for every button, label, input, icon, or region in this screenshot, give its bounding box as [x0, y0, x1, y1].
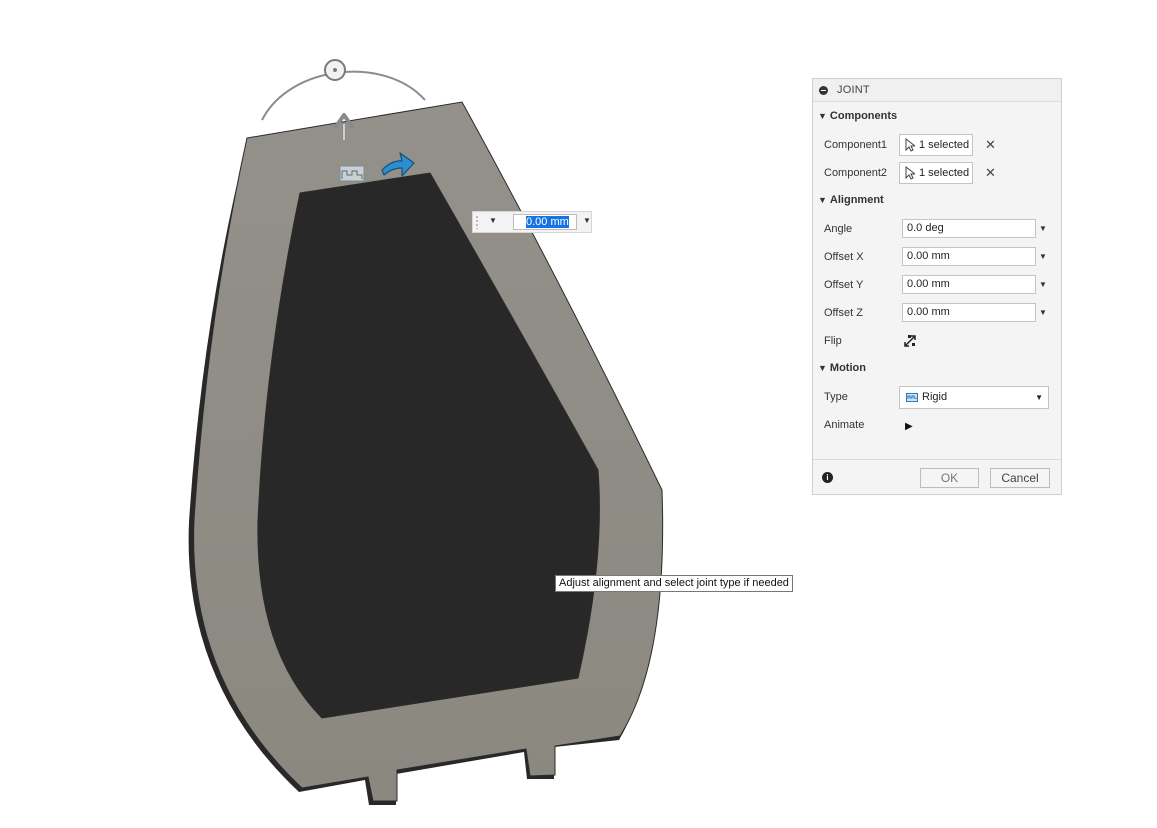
- offset-y-label: Offset Y: [824, 279, 864, 291]
- chevron-down-icon: ▼: [1035, 393, 1043, 402]
- component2-label: Component2: [824, 167, 887, 179]
- offset-y-input[interactable]: 0.00 mm: [902, 275, 1036, 294]
- rigid-joint-icon: [906, 393, 918, 402]
- drag-grip-icon[interactable]: [475, 215, 479, 229]
- joint-panel: JOINT ▼ Components Component1 1 selected …: [812, 78, 1062, 495]
- offset-z-label: Offset Z: [824, 307, 863, 319]
- triangle-down-icon: ▼: [818, 195, 827, 205]
- angle-input[interactable]: 0.0 deg: [902, 219, 1036, 238]
- component1-label: Component1: [824, 139, 887, 151]
- chevron-down-icon[interactable]: ▼: [489, 216, 497, 225]
- panel-footer: i OK Cancel: [813, 459, 1061, 495]
- joint-type-select[interactable]: Rigid ▼: [899, 386, 1049, 409]
- offset-z-input[interactable]: 0.00 mm: [902, 303, 1036, 322]
- triangle-down-icon: ▼: [818, 111, 827, 121]
- component2-select[interactable]: 1 selected: [899, 162, 973, 184]
- joint-origin-icon[interactable]: [339, 165, 365, 182]
- angle-label: Angle: [824, 223, 853, 235]
- cursor-arrow-icon: [905, 166, 915, 180]
- panel-title: JOINT: [837, 84, 870, 96]
- chevron-down-icon[interactable]: ▼: [583, 216, 591, 225]
- animate-label: Animate: [824, 419, 865, 431]
- chevron-down-icon[interactable]: ▼: [1039, 280, 1047, 289]
- triangle-down-icon: ▼: [818, 363, 827, 373]
- cursor-arrow-icon: [905, 138, 915, 152]
- info-icon[interactable]: i: [822, 472, 833, 483]
- chevron-down-icon[interactable]: ▼: [1039, 252, 1047, 261]
- play-icon[interactable]: ▶: [905, 421, 913, 432]
- section-components[interactable]: ▼ Components: [818, 110, 897, 126]
- cancel-button[interactable]: Cancel: [990, 468, 1050, 488]
- offset-x-input[interactable]: 0.00 mm: [902, 247, 1036, 266]
- clear-component1-icon[interactable]: ✕: [985, 137, 996, 153]
- section-motion[interactable]: ▼ Motion: [818, 362, 866, 378]
- collapse-icon[interactable]: [819, 86, 828, 95]
- clear-component2-icon[interactable]: ✕: [985, 165, 996, 181]
- ok-button[interactable]: OK: [920, 468, 979, 488]
- component1-select[interactable]: 1 selected: [899, 134, 973, 156]
- panel-header: JOINT: [813, 79, 1061, 102]
- type-label: Type: [824, 391, 848, 403]
- chevron-down-icon[interactable]: ▼: [1039, 308, 1047, 317]
- distance-manipulator[interactable]: ▼ 0.00 mm ▼: [472, 211, 592, 233]
- section-alignment[interactable]: ▼ Alignment: [818, 194, 884, 210]
- flip-icon[interactable]: [903, 334, 917, 348]
- chevron-down-icon[interactable]: ▼: [1039, 224, 1047, 233]
- flip-label: Flip: [824, 335, 842, 347]
- distance-input[interactable]: 0.00 mm: [513, 214, 577, 230]
- tooltip: Adjust alignment and select joint type i…: [555, 575, 793, 592]
- offset-x-label: Offset X: [824, 251, 864, 263]
- distance-value: 0.00 mm: [526, 216, 569, 228]
